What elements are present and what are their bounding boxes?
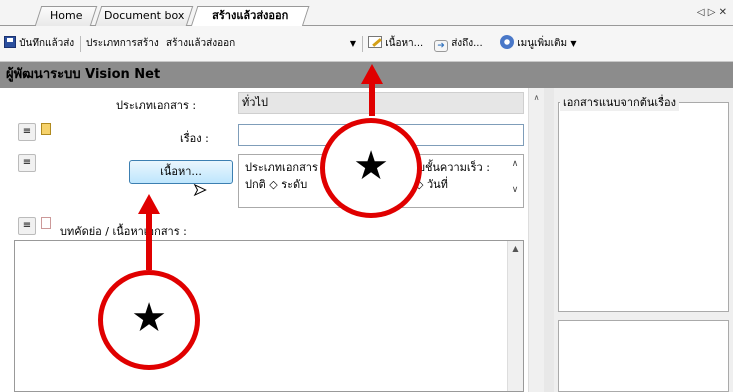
creation-type-label: ประเภทการสร้าง [86, 38, 159, 49]
tab-navigation-arrows[interactable]: ◁ ▷ ✕ [697, 7, 727, 18]
content-summary-scrollbar[interactable]: ∧ ∨ [509, 158, 521, 202]
tab-create-and-send-label: สร้างแล้วส่งออก [212, 9, 289, 22]
attachments-panel: เอกสารแนบจากต้นเรื่อง [554, 88, 733, 392]
tab-create-and-send[interactable]: สร้างแล้วส่งออก [190, 6, 310, 27]
content-toolbar-label: เนื้อหา... [385, 38, 424, 49]
save-and-send-button[interactable]: บันทึกแล้วส่ง [4, 34, 74, 54]
tab-strip: Home Document box สร้างแล้วส่งออก ◁ ▷ ✕ [0, 0, 733, 27]
more-menu-label: เมนูเพิ่มเติม [517, 38, 568, 49]
star-icon: ★ [353, 143, 389, 189]
star-icon: ★ [131, 295, 167, 341]
abstract-label: บทคัดย่อ / เนื้อหาเอกสาร : [60, 225, 187, 238]
document-icon [41, 217, 51, 229]
creation-type-select[interactable]: สร้างแล้วส่งออก ▼ [166, 34, 356, 54]
mouse-cursor-icon: ➤ [192, 180, 207, 200]
attachments-list-box[interactable] [558, 320, 729, 392]
pane-splitter[interactable] [544, 88, 554, 392]
tab-home-label: Home [49, 9, 83, 22]
annotation-arrowhead [138, 194, 160, 214]
toolbar-separator [362, 36, 363, 52]
document-type-label: ประเภทเอกสาร : [116, 99, 197, 112]
content-toolbar-button[interactable]: เนื้อหา... [368, 34, 423, 54]
floppy-disk-icon [4, 36, 16, 48]
gear-icon [500, 35, 514, 49]
abstract-scrollbar[interactable]: ▲ [507, 241, 523, 391]
annotation-arrowhead [361, 64, 383, 84]
creation-type-value: สร้างแล้วส่งออก [166, 38, 236, 49]
envelope-icon [41, 123, 51, 135]
content-button[interactable]: เนื้อหา... [129, 160, 233, 184]
more-menu-button[interactable]: เมนูเพิ่มเติม ▼ [500, 34, 576, 54]
annotation-arrow-shaft [146, 212, 152, 270]
subject-menu-button[interactable]: ≡ [18, 123, 36, 141]
scroll-up-icon[interactable]: ▲ [508, 241, 523, 257]
document-form: ประเภทเอกสาร : ทั่วไป ≡ เรื่อง : ≡ เนื้อ… [0, 88, 528, 392]
document-type-field: ทั่วไป [238, 92, 524, 114]
abstract-textarea[interactable]: ▲ [14, 240, 524, 392]
edit-pencil-icon [368, 36, 382, 48]
send-to-button[interactable]: ➜ ส่งถึง... [434, 34, 483, 54]
subject-label: เรื่อง : [180, 132, 209, 145]
app-window: Home Document box สร้างแล้วส่งออก ◁ ▷ ✕ … [0, 0, 733, 392]
toolbar: บันทึกแล้วส่ง ประเภทการสร้าง สร้างแล้วส่… [0, 26, 733, 62]
scroll-up-icon[interactable]: ∧ [529, 90, 544, 106]
send-arrow-icon: ➜ [434, 40, 448, 52]
content-summary-line2: ปกติ ◇ ระดับ [245, 178, 308, 191]
content-summary-line1: ประเภทเอกสาร [245, 161, 318, 174]
send-to-label: ส่งถึง... [451, 38, 483, 49]
abstract-menu-button[interactable]: ≡ [18, 217, 36, 235]
attachments-title: เอกสารแนบจากต้นเรื่อง [560, 93, 680, 111]
chevron-down-icon: ▼ [349, 39, 356, 48]
tab-home[interactable]: Home [34, 6, 98, 26]
attachments-group [558, 102, 729, 312]
annotation-arrow-shaft [369, 82, 375, 116]
tab-document-box[interactable]: Document box [94, 6, 194, 26]
form-scrollbar[interactable]: ∧ [528, 88, 544, 392]
content-menu-button[interactable]: ≡ [18, 154, 36, 172]
save-and-send-label: บันทึกแล้วส่ง [19, 38, 75, 49]
chevron-down-icon: ▼ [570, 39, 577, 48]
tab-document-box-label: Document box [103, 9, 185, 22]
toolbar-separator [80, 36, 81, 52]
